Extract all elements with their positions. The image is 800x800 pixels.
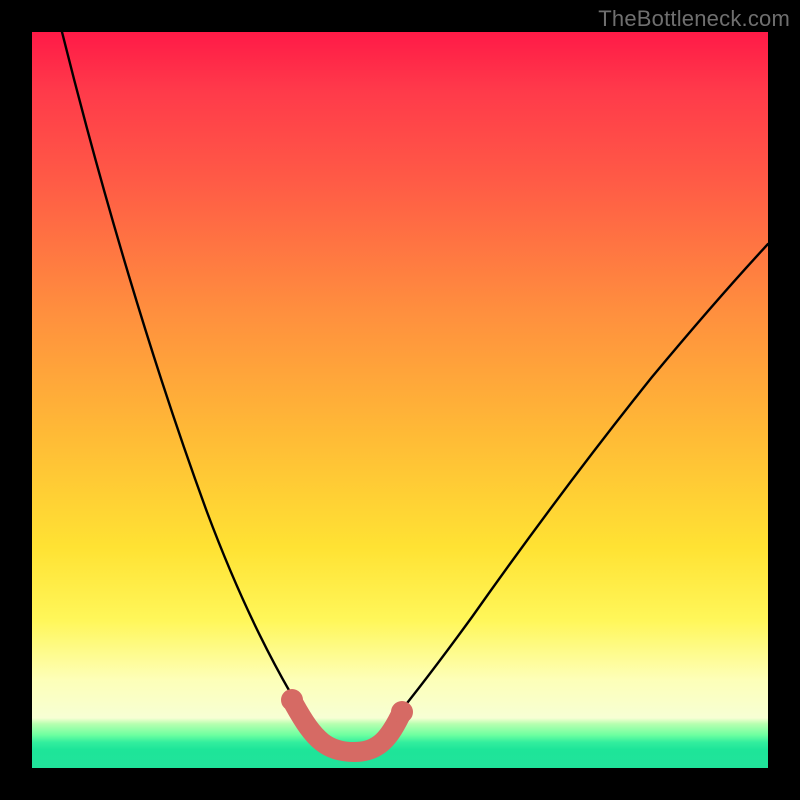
outer-frame: TheBottleneck.com	[0, 0, 800, 800]
curve-right-branch	[382, 244, 768, 734]
optimal-range-band	[294, 704, 400, 752]
plot-area	[32, 32, 768, 768]
watermark-text: TheBottleneck.com	[598, 6, 790, 32]
optimal-range-marker-left	[281, 689, 303, 711]
curve-left-branch	[62, 32, 317, 734]
optimal-range-marker-right	[391, 701, 413, 723]
bottleneck-curve-svg	[32, 32, 768, 768]
